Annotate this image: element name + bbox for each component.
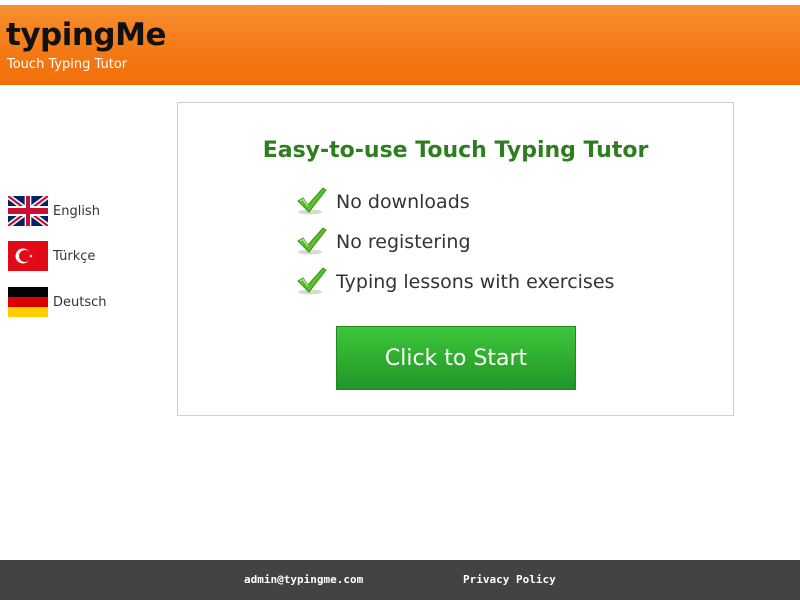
- feature-label: Typing lessons with exercises: [336, 271, 615, 293]
- language-item-german[interactable]: Deutsch: [8, 287, 128, 317]
- language-item-turkish[interactable]: Türkçe: [8, 241, 128, 271]
- card-title: Easy-to-use Touch Typing Tutor: [262, 138, 649, 163]
- checkmark-icon: [297, 227, 327, 255]
- start-button[interactable]: Click to Start: [336, 326, 576, 390]
- checkmark-icon: [297, 187, 327, 215]
- site-tagline: Touch Typing Tutor: [7, 57, 128, 72]
- uk-flag-icon: [8, 196, 48, 226]
- page: typingMe Touch Typing Tutor English Türk…: [0, 0, 800, 600]
- turkey-flag-icon: [8, 241, 48, 271]
- privacy-policy-link[interactable]: Privacy Policy: [463, 573, 556, 587]
- language-label: Deutsch: [53, 295, 107, 310]
- site-header: typingMe Touch Typing Tutor: [0, 5, 800, 85]
- germany-flag-icon: [8, 287, 48, 317]
- intro-card: Easy-to-use Touch Typing Tutor No downlo…: [177, 102, 734, 416]
- contact-email-link[interactable]: admin@typingme.com: [244, 573, 363, 587]
- language-label: English: [53, 204, 100, 219]
- language-item-english[interactable]: English: [8, 196, 128, 226]
- feature-label: No registering: [336, 231, 471, 253]
- language-label: Türkçe: [53, 249, 96, 264]
- site-logo[interactable]: typingMe: [6, 15, 166, 55]
- site-footer: admin@typingme.com Privacy Policy: [0, 560, 800, 600]
- feature-label: No downloads: [336, 191, 470, 213]
- checkmark-icon: [297, 267, 327, 295]
